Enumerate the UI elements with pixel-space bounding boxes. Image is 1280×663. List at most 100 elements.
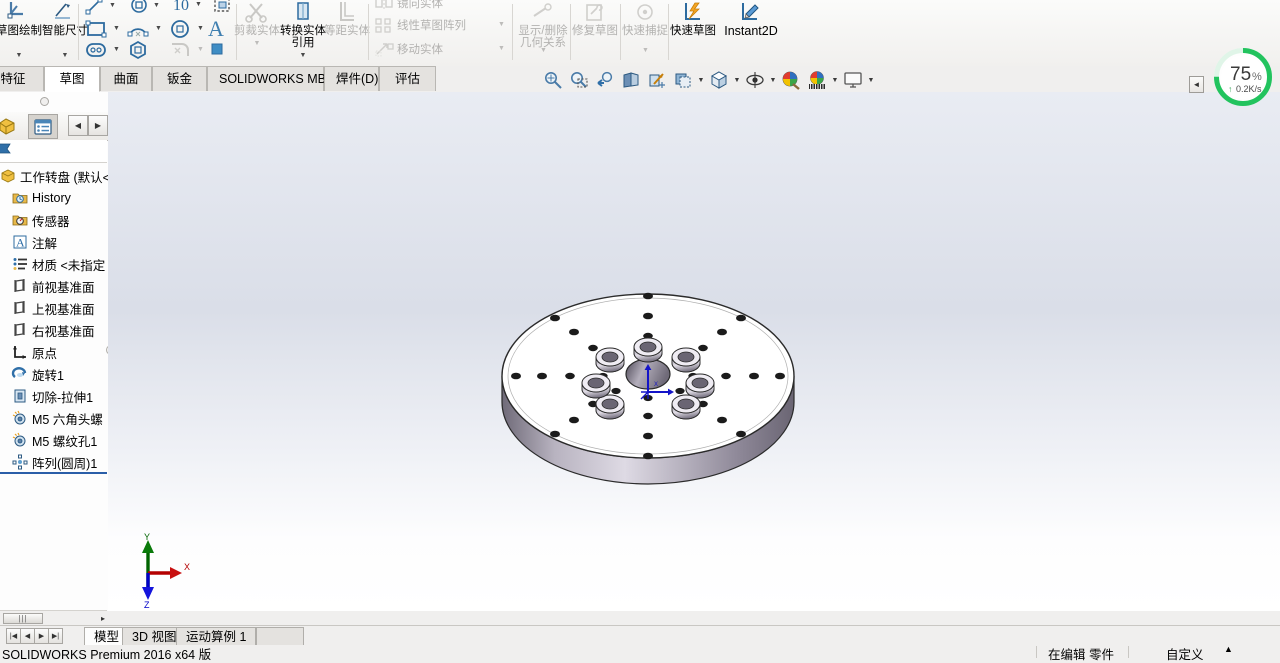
tree-item-sensors[interactable]: 传感器 (0, 209, 107, 231)
tree-horizontal-scrollbar[interactable]: ||| ▸ (0, 610, 107, 626)
status-caret-icon[interactable]: ▲ (1224, 644, 1233, 654)
chevron-down-icon[interactable]: ▼ (498, 45, 505, 52)
tree-rollback-bar[interactable] (0, 472, 107, 474)
sketch-rectangle-button[interactable]: ▼ (84, 18, 120, 40)
ribbon-button-move-entities[interactable]: 移动实体 (374, 40, 443, 58)
ribbon-button-display-delete-relations[interactable]: 显示/删除几何关系 (518, 0, 568, 49)
doc-tab-empty[interactable] (256, 627, 304, 645)
chevron-down-icon[interactable]: ▼ (197, 25, 204, 32)
property-manager-icon[interactable] (28, 114, 58, 139)
tab-sheet-metal[interactable]: 钣金 (152, 66, 207, 91)
tree-item-annotations[interactable]: A 注解 (0, 231, 107, 253)
ribbon-button-convert-entities[interactable]: 转换实体引用 ▼ (280, 0, 326, 59)
chevron-down-icon[interactable]: ▼ (280, 52, 326, 59)
ribbon-button-rapid-sketch[interactable]: 快速草图 (670, 0, 716, 37)
view-cube-icon[interactable] (706, 68, 732, 92)
chevron-down-icon[interactable]: ▼ (0, 52, 42, 59)
tree-item-revolve[interactable]: 旋转1 (0, 363, 107, 385)
ribbon-button-offset-entities[interactable]: 等距实体 (324, 0, 370, 37)
display-style-icon[interactable] (670, 68, 696, 92)
chevron-down-icon[interactable]: ▼ (498, 21, 505, 28)
chevron-down-icon[interactable]: ▼ (153, 2, 160, 9)
chevron-down-icon[interactable]: ▼ (234, 40, 280, 47)
tab-weldments[interactable]: 焊件(D) (324, 66, 379, 91)
last-tab-icon[interactable]: ▶| (48, 628, 63, 644)
view-settings-icon[interactable] (840, 68, 866, 92)
tree-item-front-plane[interactable]: 前视基准面 (0, 275, 107, 297)
chevron-down-icon[interactable]: ▼ (197, 46, 204, 53)
chevron-down-icon[interactable]: ▼ (113, 46, 120, 53)
sketch-region-button[interactable] (212, 0, 234, 16)
sketch-arc-button[interactable]: ▼ (126, 18, 162, 40)
nav-next-icon[interactable]: ▶ (88, 115, 108, 136)
tree-item-label: 材质 <未指定 (32, 258, 106, 273)
ribbon-button-mirror-entities[interactable]: 镜向实体 (374, 0, 443, 12)
sketch-rect-corner-button[interactable]: ▼ (128, 0, 160, 16)
ribbon-button-trim-entities[interactable]: 剪裁实体 ▼ (234, 0, 280, 47)
chevron-down-icon[interactable]: ▼ (768, 77, 778, 84)
tree-item-tapped-hole[interactable]: M5 螺纹孔1 (0, 429, 107, 451)
ribbon-button-smart-dimension[interactable]: 智能尺寸 ▼ (42, 0, 88, 59)
chevron-down-icon[interactable]: ▼ (866, 77, 876, 84)
tab-sketch[interactable]: 草图 (44, 66, 100, 92)
tree-item-top-plane[interactable]: 上视基准面 (0, 297, 107, 319)
tree-item-extrude-cut[interactable]: 切除-拉伸1 (0, 385, 107, 407)
tab-evaluate[interactable]: 评估 (379, 66, 436, 91)
tree-item-part[interactable]: 工作转盘 (默认<· (0, 165, 114, 187)
sketch-slot-button[interactable]: ▼ (84, 40, 120, 60)
tab-solidworks-mbd[interactable]: SOLIDWORKS MBD (207, 66, 335, 91)
doc-tab-motion-study[interactable]: 运动算例 1 (176, 627, 257, 645)
chevron-down-icon[interactable]: ▼ (732, 77, 742, 84)
blue-square-icon (211, 43, 223, 55)
first-tab-icon[interactable]: |◀ (6, 628, 21, 644)
feature-manager-icon[interactable] (0, 114, 22, 139)
tab-features[interactable]: 特征 (0, 66, 44, 91)
chevron-down-icon[interactable]: ▼ (155, 25, 162, 32)
scrollbar-thumb[interactable]: ||| (3, 613, 43, 624)
sketch-line-button[interactable]: ▼ (84, 0, 116, 16)
sketch-fillet-button[interactable]: ▼ (168, 40, 204, 60)
ribbon-button-sketch[interactable]: 草图绘制 ▼ (0, 0, 42, 59)
sketch-polygon-button[interactable] (126, 40, 152, 60)
prev-tab-icon[interactable]: ◀ (20, 628, 35, 644)
chevron-down-icon[interactable]: ▼ (830, 77, 840, 84)
ribbon-button-repair-sketch[interactable]: 修复草图 (572, 0, 618, 37)
graphics-area[interactable]: X Y X Z (108, 92, 1280, 611)
chevron-down-icon[interactable]: ▼ (113, 25, 120, 32)
chevron-down-icon[interactable]: ▼ (540, 47, 547, 54)
previous-view-icon[interactable] (592, 68, 618, 92)
network-speed-widget[interactable]: 75 % ↑ 0.2K/s (1212, 46, 1274, 108)
sketch-text-button[interactable]: A (205, 16, 229, 41)
panel-pin-dot[interactable] (40, 97, 49, 106)
chevron-down-icon[interactable]: ▼ (195, 1, 202, 8)
tree-item-history[interactable]: History (0, 187, 107, 209)
section-view-icon[interactable] (618, 68, 644, 92)
ribbon-button-quick-snaps[interactable]: 快速捕捉 (622, 0, 668, 37)
ribbon-button-instant2d[interactable]: Instant2D (716, 0, 786, 37)
next-tab-icon[interactable]: ▶ (34, 628, 49, 644)
tree-item-circular-pattern[interactable]: 阵列(圆周)1 (0, 451, 107, 473)
scroll-right-icon[interactable]: ▸ (101, 614, 105, 623)
tab-surfaces[interactable]: 曲面 (100, 66, 152, 91)
tree-item-hex-bolt-hole[interactable]: M5 六角头螺 (0, 407, 107, 429)
tree-item-origin[interactable]: 原点 (0, 341, 107, 363)
tree-item-right-plane[interactable]: 右视基准面 (0, 319, 107, 341)
chevron-down-icon[interactable]: ▼ (696, 77, 706, 84)
hide-show-items-icon[interactable] (742, 68, 768, 92)
chevron-down-icon[interactable]: ▼ (42, 52, 88, 59)
ribbon-button-linear-sketch-pattern[interactable]: 线性草图阵列 (374, 16, 466, 34)
chevron-down-icon[interactable]: ▼ (109, 2, 116, 9)
zoom-to-area-icon[interactable] (566, 68, 592, 92)
tree-item-material[interactable]: 材质 <未指定 (0, 253, 107, 275)
apply-scene-icon[interactable] (804, 68, 830, 92)
view-orientation-icon[interactable] (644, 68, 670, 92)
sketch-plane-button[interactable] (208, 40, 226, 58)
zoom-to-fit-icon[interactable] (540, 68, 566, 92)
sketch-circle-button[interactable]: ▼ (168, 18, 204, 40)
edit-appearance-icon[interactable] (778, 68, 804, 92)
collapse-panel-button[interactable]: ◄ (1189, 76, 1204, 93)
chevron-down-icon[interactable]: ▼ (642, 47, 649, 54)
model-turntable-disc[interactable]: X (488, 252, 808, 502)
sketch-text-n-button[interactable]: 10 ▼ (170, 0, 202, 15)
nav-prev-icon[interactable]: ◀ (68, 115, 88, 136)
